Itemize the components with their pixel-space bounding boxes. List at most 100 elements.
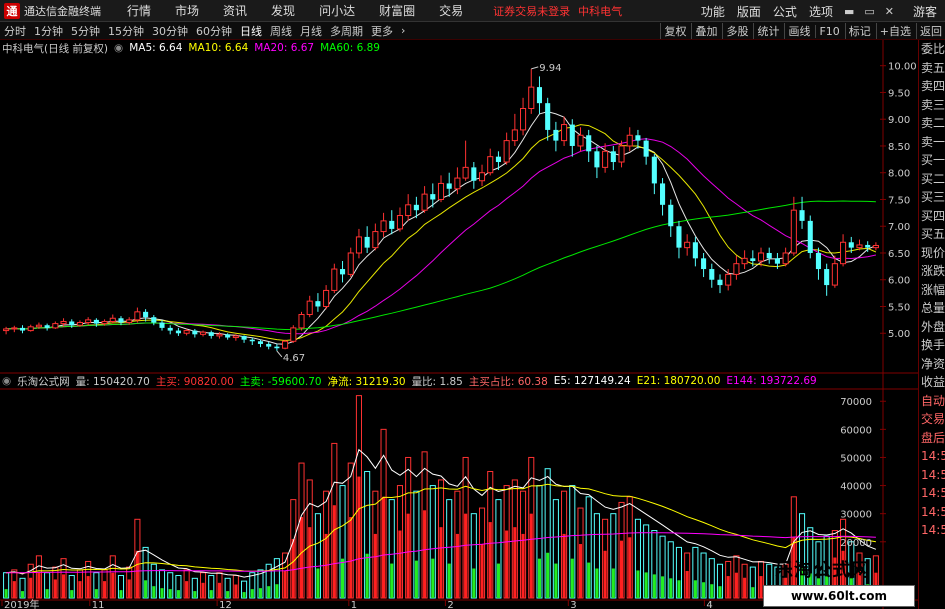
period-weekly[interactable]: 周线 — [266, 23, 296, 39]
candle-body — [298, 314, 305, 329]
minimize-icon[interactable]: ▬ — [839, 5, 859, 18]
side-panel-item[interactable]: 换手 — [919, 336, 945, 355]
volume-fill — [53, 579, 57, 598]
period-1min[interactable]: 1分钟 — [30, 23, 67, 39]
side-panel-item[interactable]: 净资 — [919, 355, 945, 374]
menu-item-wealth[interactable]: 财富圈 — [367, 2, 427, 19]
side-panel-item[interactable]: 涨幅 — [919, 281, 945, 300]
period-30min[interactable]: 30分钟 — [148, 23, 192, 39]
side-panel-item[interactable]: 委比 — [919, 40, 945, 59]
period-60min[interactable]: 60分钟 — [192, 23, 236, 39]
side-panel-item[interactable]: 卖三 — [919, 96, 945, 115]
candle-body — [199, 331, 207, 335]
side-panel-item[interactable]: 14:56 — [919, 466, 945, 485]
price-tick-label: 7.00 — [888, 222, 910, 233]
menu-item-quotes[interactable]: 行情 — [115, 2, 163, 19]
side-panel-item[interactable]: 14:56 — [919, 447, 945, 466]
volume-fill — [570, 558, 574, 598]
multi-stock-button[interactable]: 多股 — [722, 23, 751, 39]
guest-label[interactable]: 游客 — [899, 3, 945, 20]
volume-fill — [529, 513, 533, 598]
draw-line-button[interactable]: 画线 — [784, 23, 813, 39]
candle-body — [109, 317, 116, 322]
side-panel-item[interactable]: 外盘 — [919, 318, 945, 337]
period-15min[interactable]: 15分钟 — [104, 23, 148, 39]
candle-body — [536, 87, 543, 104]
period-more[interactable]: 更多 — [367, 23, 397, 39]
side-panel-item[interactable]: 总量 — [919, 299, 945, 318]
volume-fill — [398, 530, 402, 598]
period-timeshare[interactable]: 分时 — [0, 23, 30, 39]
candle-body — [69, 321, 75, 326]
volume-fill — [521, 533, 525, 598]
menu-item-function[interactable]: 功能 — [695, 3, 731, 20]
overlay-button[interactable]: 叠加 — [691, 23, 720, 39]
menu-item-layout[interactable]: 版面 — [731, 3, 767, 20]
volume-fill — [283, 571, 287, 598]
side-panel-item[interactable]: 买二 — [919, 170, 945, 189]
candle-body — [635, 135, 641, 141]
menu-item-discover[interactable]: 发现 — [259, 2, 307, 19]
price-tick-label: 8.00 — [888, 169, 910, 180]
close-icon[interactable]: ✕ — [880, 5, 899, 18]
side-panel-item[interactable]: 自动 — [919, 392, 945, 411]
candle-body — [85, 319, 92, 324]
volume-fill — [693, 580, 697, 598]
side-panel-item[interactable]: 买一 — [919, 151, 945, 170]
volume-fill — [185, 581, 189, 598]
menu-item-formula[interactable]: 公式 — [767, 3, 803, 20]
candle-body — [396, 215, 404, 230]
period-monthly[interactable]: 月线 — [296, 23, 326, 39]
menu-item-ask[interactable]: 问小达 — [307, 2, 367, 19]
side-panel-item[interactable]: 14:56 — [919, 503, 945, 522]
mark-button[interactable]: 标记 — [844, 23, 874, 39]
menu-item-options[interactable]: 选项 — [803, 3, 839, 20]
period-5min[interactable]: 5分钟 — [67, 23, 104, 39]
volume-fill — [332, 505, 336, 598]
candle-body — [44, 325, 50, 328]
candle-body — [101, 320, 108, 325]
login-notice[interactable]: 证券交易未登录 — [493, 3, 570, 19]
stats-button[interactable]: 统计 — [753, 23, 782, 39]
side-panel-item[interactable]: 14:56 — [919, 521, 945, 540]
side-panel-item[interactable]: 买四 — [919, 207, 945, 226]
candle-body — [143, 311, 149, 318]
side-panel-item[interactable]: 交易 — [919, 410, 945, 429]
back-button[interactable]: 返回 — [916, 23, 945, 39]
price-tick-label: 10.00 — [888, 62, 917, 73]
volume-fill — [677, 580, 681, 598]
f10-button[interactable]: F10 — [815, 24, 842, 38]
volume-fill — [324, 533, 328, 598]
side-panel-item[interactable]: 卖一 — [919, 133, 945, 152]
maximize-icon[interactable]: ▭ — [859, 5, 879, 18]
side-panel-item[interactable]: 卖四 — [919, 77, 945, 96]
volume-fill — [201, 582, 205, 598]
candle-body — [840, 241, 847, 265]
volume-fill — [61, 574, 66, 598]
chevron-right-icon[interactable]: › — [397, 24, 409, 37]
side-panel-item[interactable]: 买三 — [919, 188, 945, 207]
side-panel-item[interactable]: 涨跌 — [919, 262, 945, 281]
volume-fill — [513, 527, 517, 598]
menu-item-trade[interactable]: 交易 — [427, 2, 475, 19]
side-panel-item[interactable]: 收益 — [919, 373, 945, 392]
candle-body — [274, 346, 280, 349]
candle-body — [290, 327, 297, 342]
side-panel-item[interactable]: 盘后 — [919, 429, 945, 448]
side-panel-item[interactable]: 卖五 — [919, 59, 945, 78]
adjust-button[interactable]: 复权 — [660, 23, 689, 39]
period-multi[interactable]: 多周期 — [326, 23, 367, 39]
candle-body — [725, 273, 732, 286]
menu-item-market[interactable]: 市场 — [163, 2, 211, 19]
side-panel-item[interactable]: 买五 — [919, 225, 945, 244]
side-panel-item[interactable]: 14:56 — [919, 484, 945, 503]
side-panel-item[interactable]: 现价 — [919, 244, 945, 263]
period-daily[interactable]: 日线 — [236, 23, 266, 39]
side-panel-item[interactable]: 卖二 — [919, 114, 945, 133]
add-watchlist-button[interactable]: +自选 — [875, 23, 914, 39]
candle-body — [3, 328, 10, 332]
volume-fill — [373, 533, 377, 598]
kline-chart[interactable]: 10.00 9.50 9.00 8.50 8.00 7.50 7.00 6.50 6.00 5.5… — [0, 40, 918, 609]
menu-item-news[interactable]: 资讯 — [211, 2, 259, 19]
volume-fill — [45, 589, 49, 598]
